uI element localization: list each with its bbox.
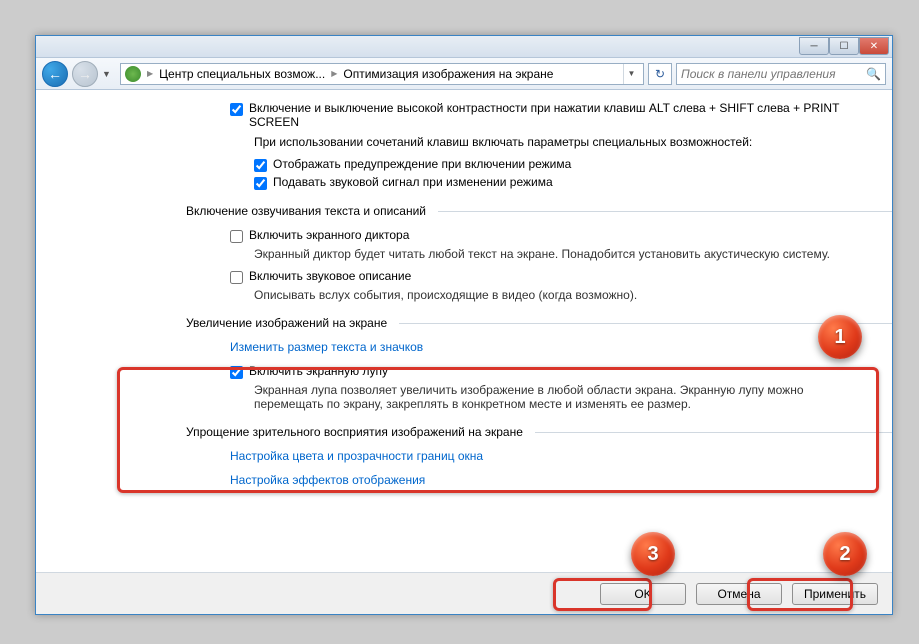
- checkbox-audio-description[interactable]: [230, 271, 243, 284]
- audio-desc-description: Описывать вслух события, происходящие в …: [254, 288, 874, 302]
- content-area: Включение и выключение высокой контрастн…: [36, 90, 892, 614]
- dialog-footer: OK Отмена Применить: [36, 572, 892, 614]
- search-box[interactable]: 🔍: [676, 63, 886, 85]
- back-button[interactable]: ←: [42, 61, 68, 87]
- narrator-description: Экранный диктор будет читать любой текст…: [254, 247, 874, 261]
- address-bar[interactable]: ▶ Центр специальных возмож... ▶ Оптимиза…: [120, 63, 644, 85]
- shortcut-note: При использовании сочетаний клавиш включ…: [254, 135, 874, 149]
- section-magnify: Увеличение изображений на экране: [186, 316, 892, 330]
- control-panel-window: ─ ☐ ✕ ← → ▼ ▶ Центр специальных возмож..…: [35, 35, 893, 615]
- section-narration: Включение озвучивания текста и описаний: [186, 204, 892, 218]
- control-panel-icon: [125, 66, 141, 82]
- forward-button[interactable]: →: [72, 61, 98, 87]
- breadcrumb-sep-icon: ▶: [331, 69, 337, 78]
- breadcrumb-segment[interactable]: Центр специальных возмож...: [159, 67, 325, 81]
- checkbox-magnifier[interactable]: [230, 366, 243, 379]
- search-icon[interactable]: 🔍: [866, 67, 881, 81]
- checkbox-label: Подавать звуковой сигнал при изменении р…: [273, 175, 553, 189]
- close-button[interactable]: ✕: [859, 37, 889, 55]
- checkbox-label: Включить экранного диктора: [249, 228, 409, 242]
- checkbox-label: Отображать предупреждение при включении …: [273, 157, 571, 171]
- checkbox-high-contrast[interactable]: [230, 103, 243, 116]
- navigation-bar: ← → ▼ ▶ Центр специальных возмож... ▶ Оп…: [36, 58, 892, 90]
- checkbox-narrator[interactable]: [230, 230, 243, 243]
- checkbox-sound-signal[interactable]: [254, 177, 267, 190]
- link-color-transparency[interactable]: Настройка цвета и прозрачности границ ок…: [230, 449, 483, 463]
- link-resize-text-icons[interactable]: Изменить размер текста и значков: [230, 340, 423, 354]
- checkbox-label: Включить экранную лупу: [249, 364, 388, 378]
- section-visual: Упрощение зрительного восприятия изображ…: [186, 425, 892, 439]
- checkbox-show-warning[interactable]: [254, 159, 267, 172]
- section-divider: [438, 211, 892, 212]
- refresh-button[interactable]: ↻: [648, 63, 672, 85]
- maximize-button[interactable]: ☐: [829, 37, 859, 55]
- link-display-effects[interactable]: Настройка эффектов отображения: [230, 473, 425, 487]
- section-title: Упрощение зрительного восприятия изображ…: [186, 425, 523, 439]
- cancel-button[interactable]: Отмена: [696, 583, 782, 605]
- search-input[interactable]: [681, 67, 862, 81]
- ok-button[interactable]: OK: [600, 583, 686, 605]
- scroll-pane[interactable]: Включение и выключение высокой контрастн…: [36, 90, 892, 572]
- breadcrumb-segment[interactable]: Оптимизация изображения на экране: [343, 67, 553, 81]
- titlebar: ─ ☐ ✕: [36, 36, 892, 58]
- breadcrumb-sep-icon: ▶: [147, 69, 153, 78]
- address-dropdown[interactable]: ▼: [623, 64, 639, 84]
- section-divider: [535, 432, 892, 433]
- checkbox-label: Включение и выключение высокой контрастн…: [249, 101, 889, 129]
- magnifier-description: Экранная лупа позволяет увеличить изобра…: [254, 383, 874, 411]
- section-title: Увеличение изображений на экране: [186, 316, 387, 330]
- apply-button[interactable]: Применить: [792, 583, 878, 605]
- section-divider: [399, 323, 892, 324]
- minimize-button[interactable]: ─: [799, 37, 829, 55]
- section-title: Включение озвучивания текста и описаний: [186, 204, 426, 218]
- nav-history-dropdown[interactable]: ▼: [102, 69, 116, 79]
- checkbox-label: Включить звуковое описание: [249, 269, 411, 283]
